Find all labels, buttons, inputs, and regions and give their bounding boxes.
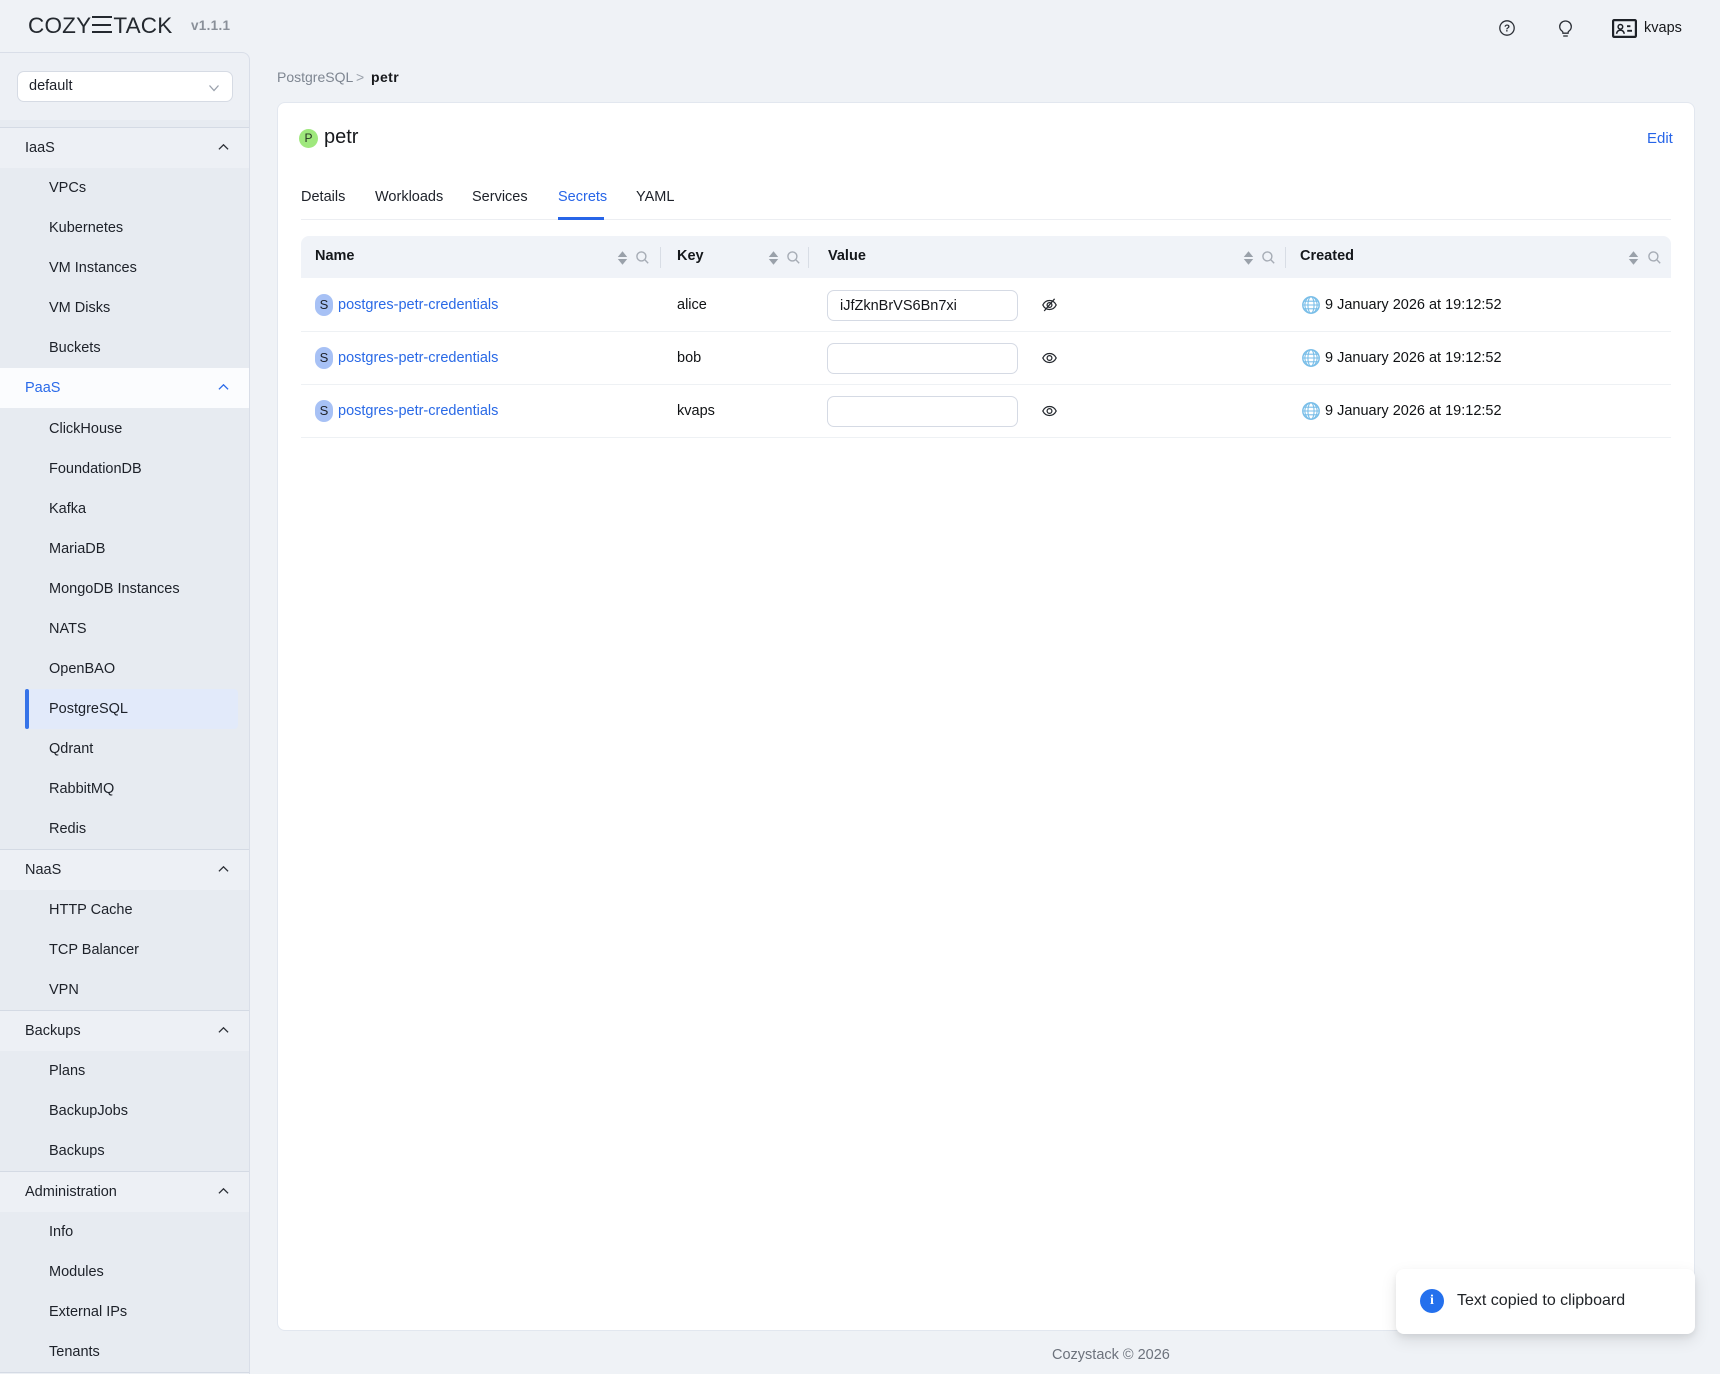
svg-text:?: ? (1504, 24, 1510, 35)
